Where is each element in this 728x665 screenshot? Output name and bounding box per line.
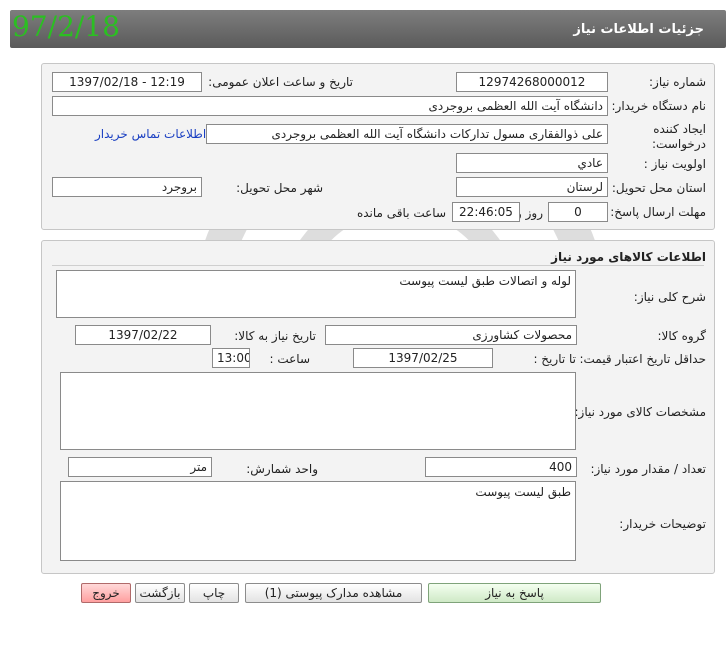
creator-field[interactable]: علی ذوالفقاری مسول تدارکات دانشگاه آیت ا…: [206, 124, 608, 144]
deadline-label: مهلت ارسال پاسخ:: [610, 205, 706, 219]
need-date-field[interactable]: 1397/02/22: [75, 325, 211, 345]
unit-field[interactable]: متر: [68, 457, 212, 477]
buyer-org-field[interactable]: دانشگاه آیت الله العظمی بروجردی: [52, 96, 608, 116]
priority-label: اولویت نیاز :: [643, 157, 706, 171]
validity-time-label: ساعت :: [269, 352, 310, 366]
reply-button[interactable]: پاسخ به نیاز: [428, 583, 601, 603]
unit-label: واحد شمارش:: [246, 462, 318, 476]
specs-textarea[interactable]: [60, 372, 576, 450]
section-divider: [52, 265, 704, 266]
deadline-days-field[interactable]: 0: [548, 202, 608, 222]
specs-label: مشخصات کالای مورد نیاز:: [574, 405, 706, 419]
buyer-contact-link[interactable]: اطلاعات تماس خریدار: [95, 127, 206, 141]
back-button[interactable]: بازگشت: [135, 583, 185, 603]
province-label: استان محل تحویل:: [611, 181, 706, 195]
need-number-field[interactable]: 12974268000012: [456, 72, 608, 92]
need-date-label: تاریخ نیاز به کالا:: [234, 329, 316, 343]
city-label: شهر محل تحویل:: [236, 181, 323, 195]
province-field[interactable]: لرستان: [456, 177, 608, 197]
goods-group-label: گروه کالا:: [657, 329, 707, 343]
general-desc-label: شرح کلی نیاز:: [633, 290, 706, 304]
deadline-time-field[interactable]: 22:46:05: [452, 202, 520, 222]
need-number-label: شماره نیاز:: [649, 75, 706, 89]
price-validity-label: حداقل تاریخ اعتبار قیمت:: [579, 352, 706, 366]
city-field[interactable]: بروجرد: [52, 177, 202, 197]
announce-datetime-label: تاریخ و ساعت اعلان عمومی:: [208, 75, 353, 89]
exit-button[interactable]: خروج: [81, 583, 131, 603]
goods-group-field[interactable]: محصولات کشاورزی: [325, 325, 577, 345]
print-button[interactable]: چاپ: [189, 583, 239, 603]
until-date-field[interactable]: 1397/02/25: [353, 348, 493, 368]
general-desc-textarea[interactable]: لوله و اتصالات طبق لیست پیوست: [56, 270, 576, 318]
deadline-remaining-label: ساعت باقی مانده: [356, 206, 446, 220]
quantity-field[interactable]: 400: [425, 457, 577, 477]
goods-section-title: اطلاعات کالاهای مورد نیاز: [551, 250, 706, 264]
announce-datetime-field[interactable]: 1397/02/18 - 12:19: [52, 72, 202, 92]
buyer-org-label: نام دستگاه خریدار:: [611, 99, 707, 113]
page-title: جزئیات اطلاعات نیاز: [573, 22, 704, 37]
validity-time-field[interactable]: 13:00: [212, 348, 250, 368]
priority-field[interactable]: عادي: [456, 153, 608, 173]
creator-label-line1: ایجاد کننده: [653, 122, 706, 136]
until-date-label: تا تاریخ :: [533, 352, 576, 366]
buyer-notes-textarea[interactable]: طبق لیست پیوست: [60, 481, 576, 561]
creator-label-line2: درخواست:: [652, 137, 706, 151]
date-stamp: 97/2/18: [12, 10, 120, 43]
quantity-label: تعداد / مقدار مورد نیاز:: [590, 462, 706, 476]
buyer-notes-label: توضیحات خریدار:: [619, 517, 706, 531]
deadline-days-unit: روز و: [516, 206, 543, 220]
view-attachments-button[interactable]: مشاهده مدارک پیوستی (1): [245, 583, 422, 603]
